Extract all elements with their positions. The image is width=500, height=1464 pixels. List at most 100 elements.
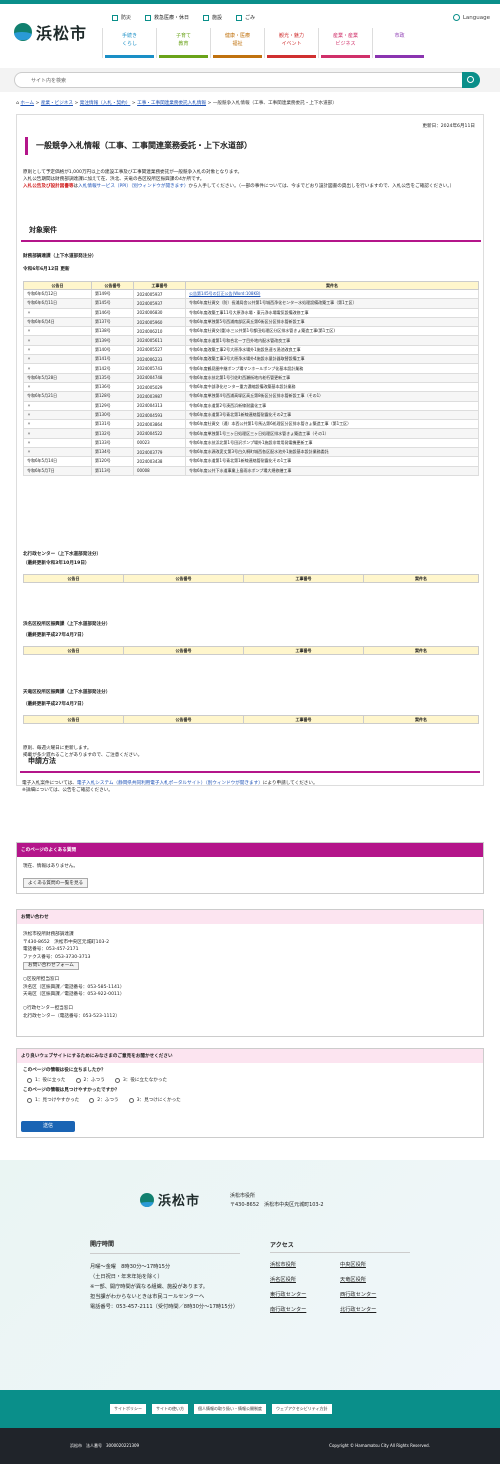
col-date: 公告日: [23, 281, 92, 290]
nav-city-gov[interactable]: 市政: [372, 28, 426, 58]
utility-emergency[interactable]: 救急医療・休日: [145, 14, 189, 21]
site-header: 浜松市 防災 救急医療・休日 施設 ごみ Language 手続き くらし 子育…: [0, 4, 500, 72]
language-button[interactable]: Language: [452, 14, 490, 21]
opening-hours: 開庁時間 月曜～金曜 8時30分～17時15分 （土日祝日・年末年始を除く） ※…: [90, 1241, 240, 1310]
access-links: アクセス 浜松市役所 中央区役所 浜名区役所 天竜区役所 東行政センター 西行政…: [270, 1240, 410, 1313]
cell-date: 〃: [23, 428, 92, 439]
contact-body: 浜松市役所財務部調達課 〒430-8652 浜松市中央区元城町103-2 電話番…: [23, 932, 125, 1019]
crumb-construction[interactable]: 工事・工事関連業務委託入札情報: [137, 101, 206, 106]
nav-life[interactable]: 手続き くらし: [102, 28, 156, 58]
subheading-hamana-date: （最終更新平成27年4月7日）: [23, 633, 87, 638]
city-logo-icon: [140, 1192, 154, 1207]
cell-date: 〃: [23, 419, 92, 430]
global-nav: 手続き くらし 子育て 教育 健康・医療 福祉 観光・魅力 イベント 産業・産業…: [102, 28, 426, 58]
access-city-hall[interactable]: 浜松市役所: [270, 1261, 340, 1268]
access-chuo[interactable]: 中央区役所: [340, 1261, 410, 1268]
cell-title: 令和6年度水技北第1号引佐町西瀬街地内老朽管更新工事: [185, 372, 479, 383]
cell-date: 〃: [23, 400, 92, 411]
table-row: 令和6年6月12日 第149号 2024005937 公告第145号の訂正公告(Wor…: [23, 288, 479, 300]
access-west[interactable]: 西行政センター: [340, 1291, 410, 1298]
cell-notice-no: 第139号: [91, 335, 134, 346]
cell-work-no: 2024004593: [133, 409, 186, 421]
link-site-policy[interactable]: サイトポリシー: [110, 1404, 146, 1414]
cell-work-no: 2024005743: [133, 363, 186, 374]
bid-table-finance: 公告日 公告番号 工事番号 案件名 令和6年6月12日 第149号 20240059…: [23, 281, 479, 476]
cell-title: 令和6年度社資交(重)水三公共第1号都田処理区分区排水管きょ築造工事(第1工区): [185, 326, 479, 337]
e-bid-link[interactable]: 電子入札システム（静岡県共同利用電子入札ポータルサイト）（別ウィンドウが開きます…: [77, 781, 263, 786]
cell-date: 〃: [23, 335, 92, 346]
cell-date: 〃: [23, 326, 92, 337]
nav-tourism[interactable]: 観光・魅力 イベント: [264, 28, 318, 58]
search-button[interactable]: [462, 72, 480, 88]
cell-title: 令和6年度鶴見圏中継ポンプ場マンホールポンプ化基本設計業務: [185, 363, 479, 374]
link-how-to-use[interactable]: サイトの使い方: [152, 1404, 188, 1414]
cell-notice-no: 第137号: [91, 316, 134, 328]
cell-title[interactable]: 公告第145号の訂正公告(Word:108KB): [185, 288, 479, 300]
survey-q2: このページの情報は見つけやすかったですか？: [23, 1088, 120, 1093]
section-heading-targets: 対象案件: [21, 225, 481, 242]
ppi-link[interactable]: 入札情報サービス（PPI）（別ウィンドウが開きます）: [78, 184, 188, 189]
survey-send-button[interactable]: 送信: [21, 1121, 75, 1132]
cell-work-no: 00008: [133, 465, 186, 476]
table-row: 令和6年5月21日 第128号 2024003987 令和6年度単独第4号西浦高塚区高…: [23, 391, 479, 402]
building-icon: [203, 14, 210, 21]
nav-health[interactable]: 健康・医療 福祉: [210, 28, 264, 58]
utility-disaster[interactable]: 防災: [112, 14, 131, 21]
access-east[interactable]: 東行政センター: [270, 1291, 340, 1298]
cell-date: 令和6年6月4日: [23, 316, 92, 328]
cell-work-no: 2024003864: [133, 419, 186, 430]
q1-option-2[interactable]: 2：ふつう: [75, 1077, 105, 1083]
search-input[interactable]: サイト内を検索: [14, 72, 480, 88]
faq-text: 現在、情報はありません。: [23, 864, 78, 869]
subheading-date: 令和6年6月12日 更新: [23, 267, 70, 272]
col-notice-no: 公告番号: [91, 281, 134, 290]
site-logo[interactable]: 浜松市: [14, 20, 87, 44]
cell-title: 令和6年度水源改変丈第3号白久桐町城西各区配水池外1施設基本設計業務委託: [185, 447, 479, 458]
subheading-north: 北行政センター（上下水道部発注分）: [23, 552, 102, 557]
crumb-orders[interactable]: 発注情報（入札・契約）: [80, 101, 131, 106]
cell-title: 令和6年度水道第1号和合北一丁目外地内配水管改良工事: [185, 335, 479, 346]
footer-address: 浜松市役所 〒430-8652 浜松市中央区元城町103-2: [230, 1193, 324, 1208]
subheading-finance: 財務部調達課（上下水道部発注分）: [23, 254, 97, 259]
subheading-tenryu-date: （最終更新平成27年4月7日）: [23, 702, 87, 707]
footer-logo: 浜松市: [140, 1190, 200, 1209]
cell-notice-no: 第136号: [91, 381, 134, 393]
access-south[interactable]: 南行政センター: [270, 1306, 340, 1313]
nav-childcare[interactable]: 子育て 教育: [156, 28, 210, 58]
crumb-industry[interactable]: 産業・ビジネス: [41, 101, 73, 106]
cell-notice-no: 第142号: [91, 363, 134, 374]
cell-title: 令和6年度水道第2号湊西浜新線耐震化工事: [185, 400, 479, 411]
cell-work-no: 2024003438: [133, 456, 186, 467]
bid-table-tenryu: 公告日 公告番号 工事番号 案件名: [23, 715, 479, 724]
q1-option-3[interactable]: 3：役に立たなかった: [114, 1077, 167, 1083]
cell-work-no: 2024006830: [133, 307, 186, 318]
cell-date: 〃: [23, 437, 92, 449]
city-logo-icon: [14, 23, 32, 41]
q2-option-3[interactable]: 3：見つけにくかった: [128, 1097, 181, 1103]
cell-work-no: 2024005029: [133, 381, 186, 393]
crumb-home[interactable]: ホーム: [20, 101, 34, 106]
cell-date: 〃: [23, 344, 92, 356]
faq-box: このページのよくある質問 現在、情報はありません。 よくある質問の一覧を見る: [16, 842, 484, 894]
faq-list-button[interactable]: よくある質問の一覧を見る: [23, 878, 89, 888]
nav-industry[interactable]: 産業・産業 ビジネス: [318, 28, 372, 58]
access-tenryu[interactable]: 天竜区役所: [340, 1276, 410, 1283]
q1-option-1[interactable]: 1：役に立った: [27, 1077, 66, 1083]
table-row: 令和6年5月14日 第120号 2024003438 令和6年度水道第1号青北第1新線…: [23, 456, 479, 467]
q2-option-2[interactable]: 2：ふつう: [89, 1097, 119, 1103]
contact-form-button[interactable]: お問い合わせフォーム: [23, 961, 79, 970]
cell-title: 令和6年度水道第1号青北第1新線連絡管耐震化その1工事: [185, 456, 479, 467]
survey-q1: このページの情報は役に立ちましたか？: [23, 1068, 106, 1073]
intro-text: 原則として予定価格が1,000万円以上の建設工事及び工事関連業務委託が一般競争入…: [23, 170, 455, 189]
utility-garbage[interactable]: ごみ: [236, 14, 255, 21]
access-north[interactable]: 北行政センター: [340, 1306, 410, 1313]
cell-date: 〃: [23, 409, 92, 421]
q2-option-1[interactable]: 1：見つけやすかった: [27, 1097, 79, 1103]
utility-facilities[interactable]: 施設: [203, 14, 222, 21]
link-privacy[interactable]: 個人情報の取り扱い・情報公開制度: [194, 1404, 266, 1414]
cell-date: 令和6年6月11日: [23, 298, 92, 309]
link-accessibility[interactable]: ウェブアクセシビリティ方針: [272, 1404, 332, 1414]
access-hamana[interactable]: 浜名区役所: [270, 1276, 340, 1283]
table-row: 〃第140号 2024005527 令和6年度改築工事2号大原浄水場外1施設急速ろ過…: [23, 344, 479, 356]
search-band: サイト内を検索: [0, 68, 500, 92]
